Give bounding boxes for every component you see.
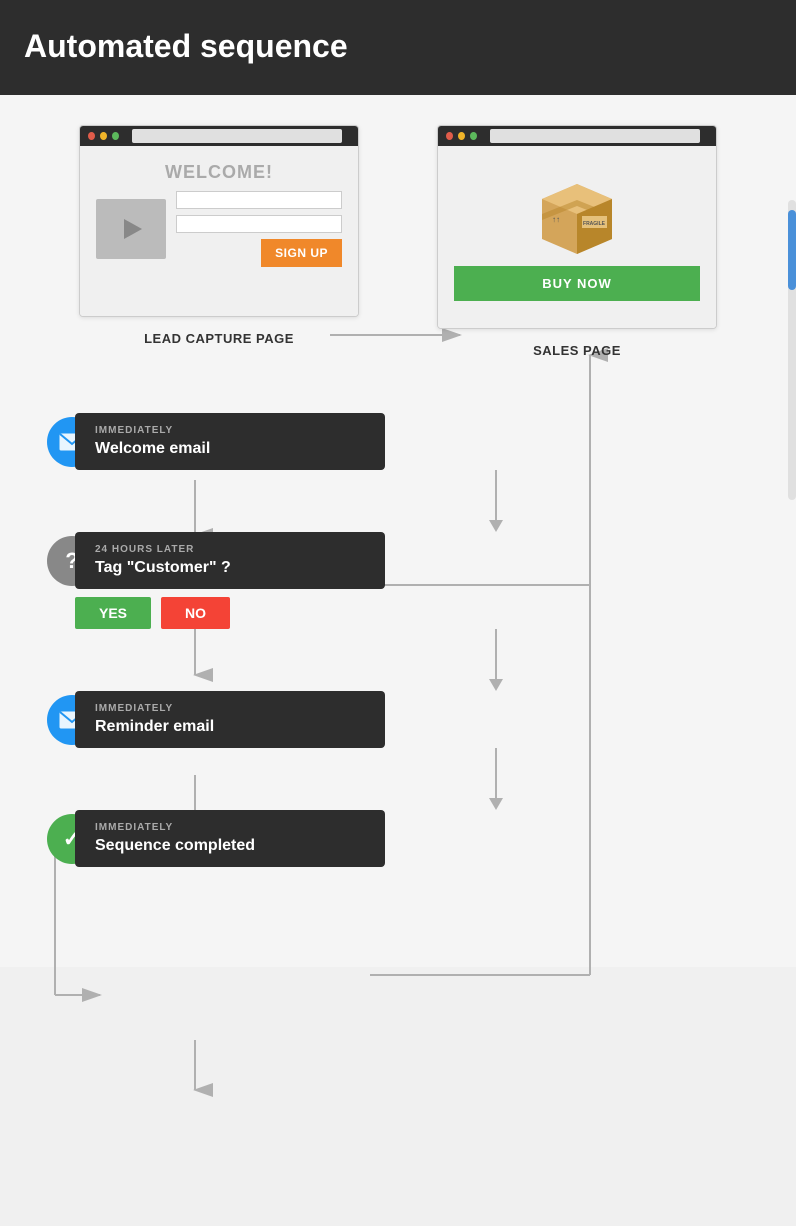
- step3-title: Reminder email: [95, 718, 365, 736]
- form-field-2: [176, 215, 342, 233]
- video-thumbnail: [96, 199, 166, 259]
- dot-yellow-sales: [458, 132, 465, 140]
- dot-red-sales: [446, 132, 453, 140]
- lead-capture-page-wrapper: WELCOME! SIGN UP: [79, 125, 359, 358]
- step1-timing: IMMEDIATELY: [95, 425, 365, 436]
- yn-buttons-row: YES NO: [75, 597, 776, 629]
- address-bar-sales: [490, 129, 700, 143]
- play-icon: [124, 219, 142, 239]
- lead-form: SIGN UP: [176, 191, 342, 267]
- step3-row: IMMEDIATELY Reminder email: [75, 691, 776, 748]
- signup-button[interactable]: SIGN UP: [261, 239, 342, 267]
- sales-browser: FRAGILE ↑↑ BUY NOW: [437, 125, 717, 329]
- dot-yellow: [100, 132, 107, 140]
- scrollbar-thumb[interactable]: [788, 210, 796, 290]
- welcome-text: WELCOME!: [165, 162, 273, 183]
- top-pages-row: WELCOME! SIGN UP: [20, 125, 776, 358]
- lead-capture-browser: WELCOME! SIGN UP: [79, 125, 359, 317]
- yes-button[interactable]: YES: [75, 597, 151, 629]
- sales-page-content: FRAGILE ↑↑ BUY NOW: [454, 162, 700, 312]
- step3-block: IMMEDIATELY Reminder email: [75, 691, 385, 748]
- svg-text:FRAGILE: FRAGILE: [583, 221, 606, 227]
- step4-timing: IMMEDIATELY: [95, 822, 365, 833]
- address-bar-lead: [132, 129, 342, 143]
- step3-timing: IMMEDIATELY: [95, 703, 365, 714]
- dot-green: [112, 132, 119, 140]
- buy-now-button[interactable]: BUY NOW: [454, 266, 700, 301]
- step2-timing: 24 HOURS LATER: [95, 544, 365, 555]
- browser-titlebar-sales: [438, 126, 716, 146]
- page-title: Automated sequence: [24, 28, 348, 65]
- form-field-1: [176, 191, 342, 209]
- no-button[interactable]: NO: [161, 597, 230, 629]
- step2-title: Tag "Customer" ?: [95, 559, 365, 577]
- dot-red: [88, 132, 95, 140]
- step2-row: ? 24 HOURS LATER Tag "Customer" ?: [75, 532, 776, 589]
- svg-text:↑↑: ↑↑: [552, 215, 560, 224]
- step4-row: ✓ IMMEDIATELY Sequence completed: [75, 810, 776, 867]
- step2-block: 24 HOURS LATER Tag "Customer" ?: [75, 532, 385, 589]
- main-content: WELCOME! SIGN UP: [0, 95, 796, 967]
- dot-green-sales: [470, 132, 477, 140]
- step1-title: Welcome email: [95, 440, 365, 458]
- arrow-down-1: [215, 470, 776, 532]
- browser-titlebar-lead: [80, 126, 358, 146]
- sales-page-label: SALES PAGE: [533, 343, 621, 358]
- arrow-down-2: [215, 629, 776, 691]
- step1-block: IMMEDIATELY Welcome email: [75, 413, 385, 470]
- scrollbar[interactable]: [788, 200, 796, 500]
- lead-capture-label: LEAD CAPTURE PAGE: [144, 331, 294, 346]
- page-header: Automated sequence: [0, 0, 796, 95]
- step4-title: Sequence completed: [95, 837, 365, 855]
- sales-page-wrapper: FRAGILE ↑↑ BUY NOW SALES PAGE: [437, 125, 717, 358]
- step4-block: IMMEDIATELY Sequence completed: [75, 810, 385, 867]
- lead-row: SIGN UP: [96, 191, 342, 267]
- sales-page-body: FRAGILE ↑↑ BUY NOW: [438, 146, 716, 328]
- step1-row: IMMEDIATELY Welcome email: [75, 413, 776, 470]
- arrow-down-3: [215, 748, 776, 810]
- package-icon: FRAGILE ↑↑: [532, 174, 622, 254]
- lead-page-body: WELCOME! SIGN UP: [80, 146, 358, 316]
- lead-page-content: WELCOME! SIGN UP: [96, 162, 342, 267]
